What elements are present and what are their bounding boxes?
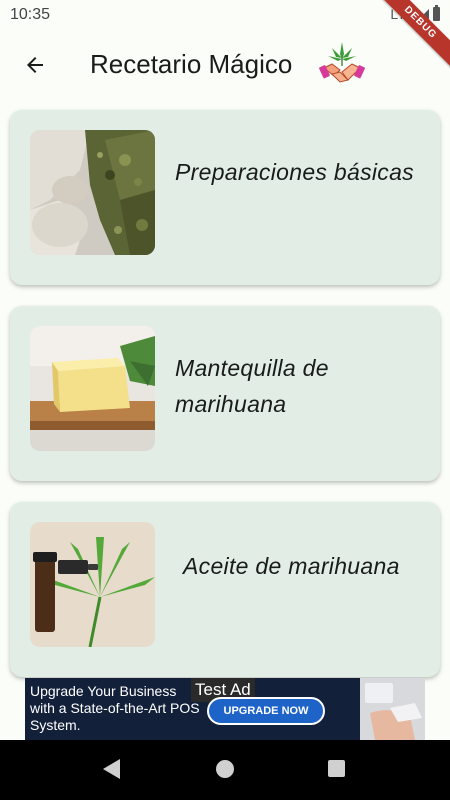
butter-block-thumbnail <box>30 326 155 451</box>
recipe-card-title: Preparaciones básicas <box>175 159 414 185</box>
recipe-card-title: Aceite de marihuana <box>183 553 400 579</box>
nav-home-icon[interactable] <box>216 760 234 778</box>
ad-image <box>360 678 425 740</box>
recipe-card-cannabis-butter[interactable]: Mantequilla de marihuana <box>10 306 440 481</box>
back-button[interactable] <box>18 48 52 82</box>
ad-text: Upgrade Your Business with a State-of-th… <box>30 683 200 733</box>
logo-icon <box>319 42 365 83</box>
status-time: 10:35 <box>10 6 51 23</box>
nav-back-icon[interactable] <box>103 759 120 779</box>
nav-recents-icon[interactable] <box>328 760 345 777</box>
recipe-card-basic-preparations[interactable]: Preparaciones básicas <box>10 110 440 285</box>
ad-cta-button[interactable]: UPGRADE NOW <box>207 697 325 725</box>
ground-herb-thumbnail <box>30 130 155 255</box>
recipe-card-title: Mantequilla de marihuana <box>175 355 329 417</box>
app-bar: Recetario Mágico <box>0 30 450 100</box>
ad-banner[interactable]: Upgrade Your Business with a State-of-th… <box>25 678 425 740</box>
status-bar: 10:35 LTE <box>0 0 450 30</box>
page-title: Recetario Mágico <box>90 49 293 79</box>
recipe-card-cannabis-oil[interactable]: Aceite de marihuana <box>10 502 440 677</box>
screen: 10:35 LTE DEBUG Recetario Mágico <box>0 0 450 800</box>
oil-dropper-leaf-thumbnail <box>30 522 155 647</box>
arrow-left-icon <box>27 57 43 73</box>
battery-icon <box>433 5 440 21</box>
system-nav-bar <box>0 740 450 800</box>
